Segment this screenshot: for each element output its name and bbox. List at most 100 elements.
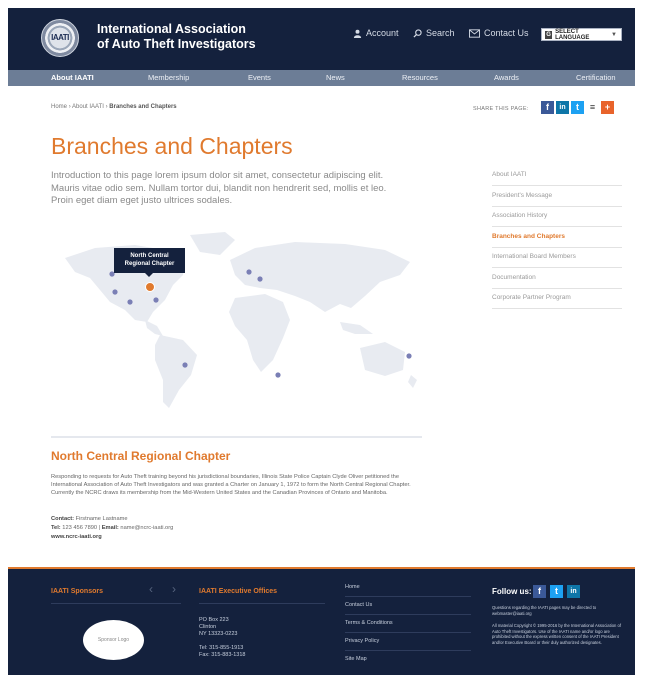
share-add-icon[interactable]: + [601, 101, 614, 114]
breadcrumb-current: Branches and Chapters [109, 104, 177, 110]
footer-rule [199, 603, 325, 604]
office-address-line1: PO Box 223 [199, 617, 229, 623]
sponsors-next-icon[interactable]: › [172, 582, 176, 596]
landmass-africa [229, 294, 290, 372]
chapter-marker-active[interactable] [145, 282, 155, 292]
user-icon [353, 29, 362, 38]
sidebar-item-presidents-message[interactable]: President's Message [492, 192, 622, 207]
org-name-line1: International Association [97, 22, 246, 36]
footer-linkedin-icon[interactable]: in [567, 585, 580, 598]
chapter-tel-email: Tel: 123 456 7890 | Email: name@ncrc-iaa… [51, 525, 174, 531]
select-language-button[interactable]: G SELECT LANGUAGE ▼ [541, 28, 622, 41]
sidebar-item-partner-program[interactable]: Corporate Partner Program [492, 294, 622, 309]
sponsor-logo[interactable]: Sponsor Logo [83, 620, 144, 660]
footer-questions: Questions regarding the IAATI pages may … [492, 605, 597, 616]
chapter-marker[interactable] [275, 372, 281, 378]
contact-link[interactable]: Contact Us [469, 28, 529, 38]
chapter-marker[interactable] [246, 269, 252, 275]
footer-copyright: All material Copyright © 1995-2016 by th… [492, 623, 622, 645]
chapter-marker[interactable] [153, 297, 159, 303]
share-facebook-icon[interactable]: f [541, 101, 554, 114]
office-tel: Tel: 315-855-1913 [199, 645, 244, 651]
nav-about[interactable]: About IAATI [51, 73, 94, 82]
nav-awards[interactable]: Awards [494, 73, 519, 82]
follow-us-label: Follow us: [492, 587, 532, 596]
chapter-contact: Contact: Firstname Lastname [51, 516, 128, 522]
contact-label: Contact: [51, 516, 75, 522]
footer-link-privacy[interactable]: Privacy Policy [345, 638, 471, 651]
footer-link-terms[interactable]: Terms & Conditions [345, 620, 471, 633]
section-divider [51, 436, 422, 438]
footer-facebook-icon[interactable]: f [533, 585, 546, 598]
footer-accent-bar [8, 567, 635, 569]
tooltip-line1: North Central [130, 253, 169, 259]
account-link[interactable]: Account [353, 28, 399, 38]
contact-label: Contact Us [484, 28, 529, 38]
landmass-australia [360, 342, 405, 376]
chapter-marker[interactable] [257, 276, 263, 282]
search-link[interactable]: Search [413, 28, 455, 38]
sidebar-item-history[interactable]: Association History [492, 212, 622, 227]
share-layers-icon[interactable]: ≡ [586, 101, 599, 114]
search-icon [413, 28, 422, 38]
landmass-south-america [155, 335, 197, 408]
office-address-line3: NY 13323-0223 [199, 631, 238, 637]
office-address-line2: Clinton [199, 624, 217, 630]
search-label: Search [426, 28, 455, 38]
chapter-title: North Central Regional Chapter [51, 449, 231, 463]
chapter-marker[interactable] [406, 353, 412, 359]
main-nav [8, 70, 635, 86]
breadcrumb-separator: › [105, 104, 108, 110]
landmass-new-zealand [408, 375, 417, 388]
sidebar-item-about[interactable]: About IAATI [492, 171, 622, 186]
email-label: Email: [101, 525, 119, 531]
executive-offices-heading: IAATI Executive Offices [199, 588, 278, 595]
share-twitter-icon[interactable]: t [571, 101, 584, 114]
sponsors-prev-icon[interactable]: ‹ [149, 582, 153, 596]
intro-paragraph: Introduction to this page lorem ipsum do… [51, 170, 387, 206]
iaati-logo-seal[interactable]: IAATI [41, 19, 79, 57]
footer-rule [51, 603, 181, 604]
footer-link-contact[interactable]: Contact Us [345, 602, 471, 615]
sidebar-item-board-members[interactable]: International Board Members [492, 253, 622, 268]
nav-news[interactable]: News [326, 73, 345, 82]
organization-name[interactable]: International Association of Auto Theft … [97, 22, 287, 52]
tel-label: Tel: [51, 525, 61, 531]
breadcrumb-parent[interactable]: About IAATI [72, 104, 104, 110]
chapter-marker[interactable] [127, 299, 133, 305]
landmass-southeast-asia [340, 322, 373, 334]
chevron-down-icon: ▼ [611, 31, 617, 38]
select-language-label: SELECT LANGUAGE [555, 28, 590, 41]
breadcrumb-separator: › [68, 104, 71, 110]
footer-link-sitemap[interactable]: Site Map [345, 656, 471, 668]
nav-events[interactable]: Events [248, 73, 271, 82]
breadcrumb-home[interactable]: Home [51, 104, 67, 110]
chapter-marker[interactable] [112, 289, 118, 295]
world-map [65, 232, 417, 408]
tooltip-line2: Regional Chapter [124, 261, 175, 267]
page-title: Branches and Chapters [51, 133, 293, 159]
footer-link-home[interactable]: Home [345, 584, 471, 597]
translate-icon: G [545, 30, 553, 39]
share-linkedin-icon[interactable]: in [556, 101, 569, 114]
share-label: SHARE THIS PAGE: [473, 106, 529, 112]
nav-certification[interactable]: Certification [576, 73, 616, 82]
email-link[interactable]: name@ncrc-iaati.org [120, 525, 173, 531]
nav-membership[interactable]: Membership [148, 73, 189, 82]
mail-icon [469, 28, 480, 38]
breadcrumb: Home › About IAATI › Branches and Chapte… [51, 104, 177, 110]
sidebar-item-branches[interactable]: Branches and Chapters [492, 233, 622, 248]
sidebar-item-documentation[interactable]: Documentation [492, 274, 622, 289]
nav-resources[interactable]: Resources [402, 73, 438, 82]
landmass-greenland [190, 232, 235, 255]
landmass-central-america [145, 320, 163, 336]
seal-text: IAATI [51, 33, 69, 42]
chapter-website-link[interactable]: www.ncrc-iaati.org [51, 534, 102, 540]
org-name-line2: of Auto Theft Investigators [97, 37, 256, 51]
chapter-description: Responding to requests for Auto Theft tr… [51, 474, 411, 497]
account-label: Account [366, 28, 399, 38]
chapter-marker[interactable] [182, 362, 188, 368]
map-tooltip: North Central Regional Chapter [114, 248, 185, 277]
footer-twitter-icon[interactable]: t [550, 585, 563, 598]
office-fax: Fax: 315-883-1318 [199, 652, 246, 658]
